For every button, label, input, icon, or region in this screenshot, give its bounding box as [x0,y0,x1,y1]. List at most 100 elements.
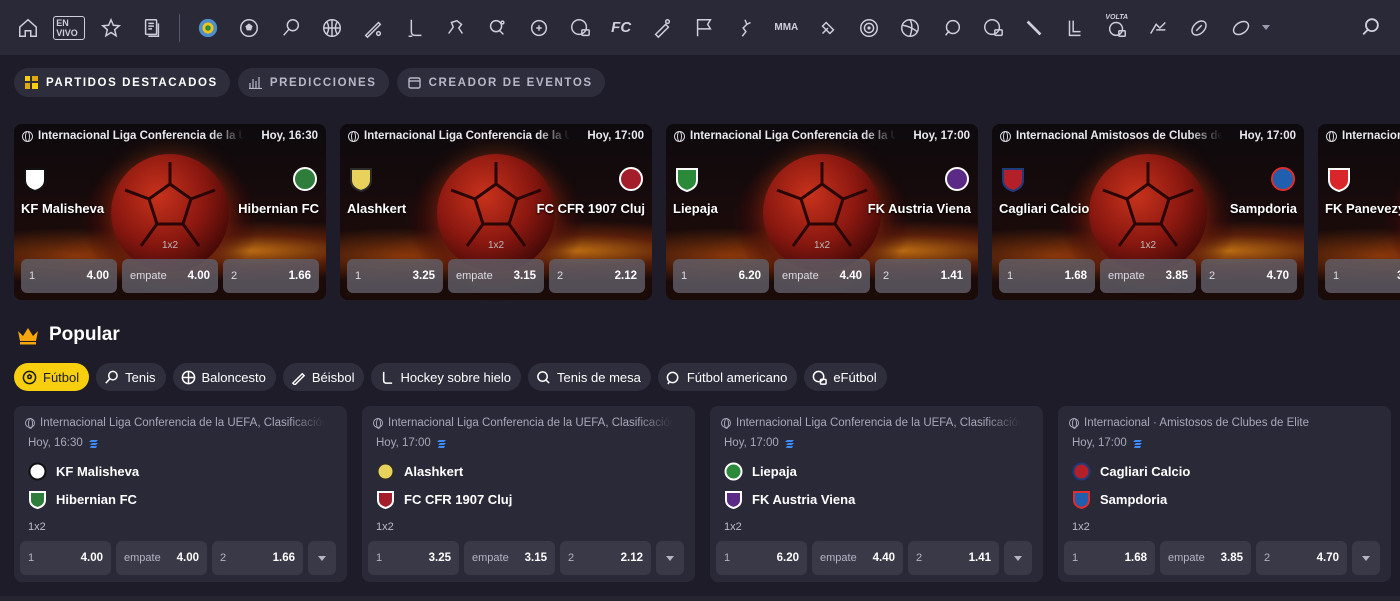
odd-button[interactable]: 2 2.12 [560,541,651,575]
fc-icon[interactable]: FC [605,12,637,44]
odd-label: 2 [1264,552,1271,564]
featured-match-card[interactable]: Internacional Liga Conferencia de la UEF… [666,124,978,300]
basketball-icon[interactable] [316,12,348,44]
live-stream-icon [88,439,98,448]
odd-button[interactable]: 2 1.41 [875,259,971,293]
mma-icon[interactable]: MMA [770,12,802,44]
nba2k-icon[interactable] [1142,12,1174,44]
league-icon[interactable] [1059,12,1091,44]
odd-button[interactable]: 1 6.20 [673,259,769,293]
odd-button[interactable]: 1 4.00 [20,541,111,575]
more-markets-button[interactable] [1004,541,1032,575]
odd-button[interactable]: empate 3.85 [1100,259,1196,293]
home-icon[interactable] [12,12,44,44]
rugby-league-icon[interactable] [1225,12,1257,44]
soccer-icon[interactable] [233,12,265,44]
odd-button[interactable]: 2 4.70 [1256,541,1347,575]
odd-button[interactable]: 2 1.41 [908,541,999,575]
e-soccer-icon[interactable] [564,12,596,44]
sport-ball-logo-icon[interactable] [192,12,224,44]
featured-match-card[interactable]: Internacional Liga Conferencia de la UEF… [340,124,652,300]
odd-button[interactable]: 1 1.68 [999,259,1095,293]
sport-chip-ice-hockey[interactable]: Hockey sobre hielo [371,363,522,391]
odd-button[interactable]: empate 4.40 [774,259,870,293]
odd-button[interactable]: 13.3 [1325,259,1400,293]
darts-icon[interactable] [853,12,885,44]
tennis-icon[interactable] [275,12,307,44]
more-caret-icon[interactable] [1261,25,1270,30]
sport-chip-american-football[interactable]: Fútbol americano [657,363,798,391]
match-time: Hoy, 17:00 [1239,130,1296,142]
odd-value: 4.70 [1266,270,1289,282]
odd-button[interactable]: empate 4.00 [122,259,218,293]
search-icon[interactable] [1360,16,1382,38]
counter-strike-icon[interactable] [729,12,761,44]
calendar-icon [407,77,421,89]
odd-button[interactable]: 1 3.25 [368,541,459,575]
chip-label: Baloncesto [201,369,266,385]
ice-hockey-icon[interactable] [399,12,431,44]
table-tennis-icon[interactable] [481,12,513,44]
league-label: Internacional Liga Conferencia de la UEF… [40,417,325,429]
odd-label: 1 [376,552,383,564]
home-team: Liepaja [724,462,797,481]
popular-title: Popular [49,324,120,345]
odd-button[interactable]: 1 4.00 [21,259,117,293]
volta-icon[interactable]: VOLTA [1101,12,1133,44]
odd-value: 2.12 [620,552,643,564]
odd-button[interactable]: 1 3.25 [347,259,443,293]
sport-chip-baseball[interactable]: Béisbol [282,363,365,391]
cricket-icon[interactable] [646,12,678,44]
featured-match-card[interactable]: Internacional Liga Conferencia de la UEF… [14,124,326,300]
odd-button[interactable]: empate 3.15 [464,541,555,575]
horse-racing-icon[interactable] [440,12,472,44]
odd-button[interactable]: empate 4.00 [116,541,207,575]
odd-button[interactable]: 2 1.66 [223,259,319,293]
badminton-icon[interactable] [812,12,844,44]
match-card[interactable]: Internacional Liga Conferencia de la UEF… [14,406,347,582]
odd-label: 1 [1333,270,1340,282]
odd-button[interactable]: empate 3.15 [448,259,544,293]
baseball-icon[interactable] [357,12,389,44]
featured-match-card[interactable]: Internacional FK Panevezys 13.3 [1318,124,1400,300]
odd-button[interactable]: 1 6.20 [716,541,807,575]
dota-icon[interactable] [1018,12,1050,44]
handball-icon[interactable] [936,12,968,44]
sport-chip-soccer[interactable]: Fútbol [14,363,90,391]
rugby-icon[interactable] [977,12,1009,44]
tab-creador-de-eventos[interactable]: CREADOR DE EVENTOS [396,68,605,97]
odd-value: 2.12 [614,270,637,282]
star-icon[interactable] [95,12,127,44]
sport-chip-table-tennis[interactable]: Tenis de mesa [528,363,651,391]
tennis-icon [105,370,119,384]
home-team: Cagliari Calcio [1072,462,1190,481]
match-card[interactable]: Internacional Liga Conferencia de la UEF… [710,406,1043,582]
more-markets-button[interactable] [656,541,684,575]
odd-button[interactable]: empate 4.40 [812,541,903,575]
sport-chip-basketball[interactable]: Baloncesto [172,363,276,391]
match-card[interactable]: Internacional · Amistosos de Clubes de É… [1058,406,1391,582]
more-markets-button[interactable] [308,541,336,575]
odd-value: 1.66 [288,270,311,282]
odd-button[interactable]: empate 3.85 [1160,541,1251,575]
sport-chip-tennis[interactable]: Tenis [96,363,166,391]
match-card[interactable]: Internacional Liga Conferencia de la UEF… [362,406,695,582]
odd-button[interactable]: 1 1.68 [1064,541,1155,575]
american-football-icon[interactable] [1183,12,1215,44]
sport-chip-e-soccer[interactable]: eFútbol [804,363,887,391]
featured-match-card[interactable]: Internacional Amistosos de Clubes de Éli… [992,124,1304,300]
odd-button[interactable]: 2 2.12 [549,259,645,293]
odd-value: 1.66 [272,552,295,564]
chip-label: Hockey sobre hielo [400,369,512,385]
tab-partidos-destacados[interactable]: PARTIDOS DESTACADOS [14,68,230,97]
en-vivo-badge[interactable]: EN VIVO [53,12,86,44]
racing-flag-icon[interactable] [688,12,720,44]
tab-predicciones[interactable]: PREDICCIONES [237,68,389,97]
betslip-icon[interactable] [136,12,168,44]
odd-value: 3.85 [1165,270,1188,282]
odd-button[interactable]: 2 4.70 [1201,259,1297,293]
volleyball-icon[interactable] [894,12,926,44]
esports-icon[interactable] [523,12,555,44]
more-markets-button[interactable] [1352,541,1380,575]
odd-button[interactable]: 2 1.66 [212,541,303,575]
